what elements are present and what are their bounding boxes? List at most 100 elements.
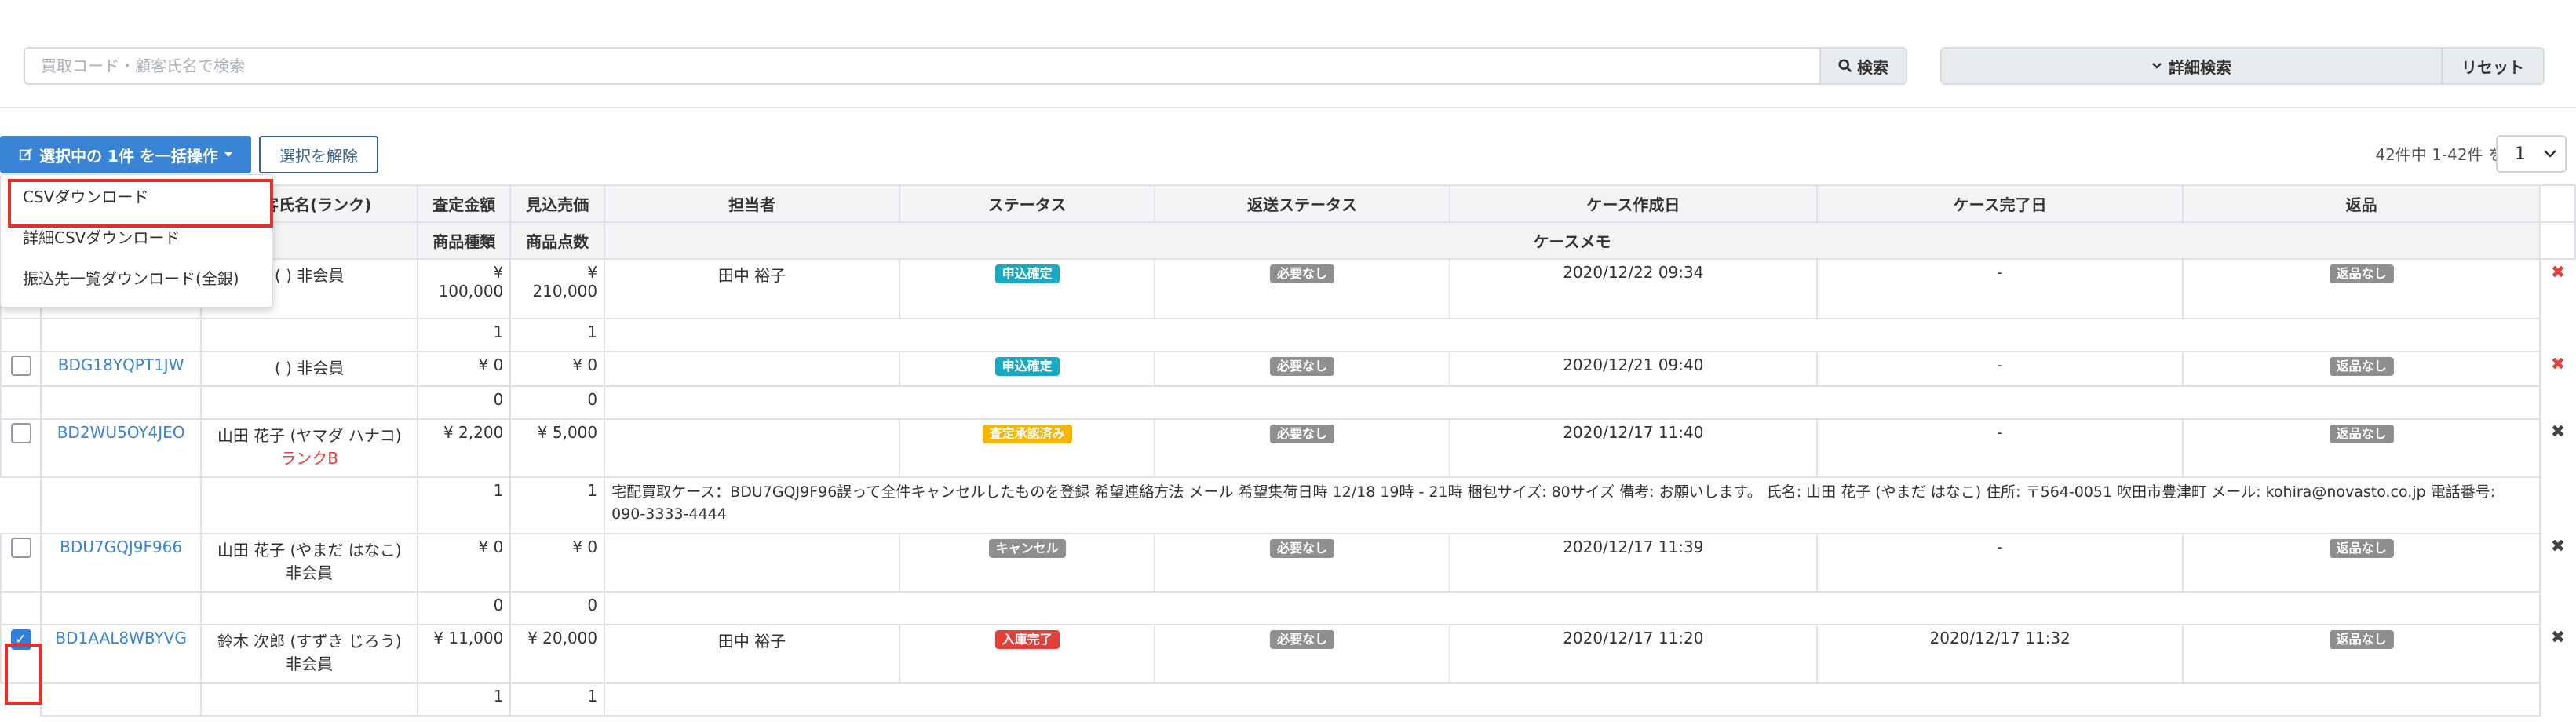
returns-cell: 返品なし [2182, 418, 2541, 478]
header-created[interactable]: ケース作成日 [1448, 184, 1818, 223]
customer-cell: 鈴木 次郎 (すずき じろう) 非会員 [200, 624, 419, 684]
memo-cell [604, 385, 2541, 420]
status-badge: 申込確定 [994, 357, 1060, 376]
header-assess[interactable]: 査定金額 [417, 184, 512, 223]
case-code-cell: BDU7GQJ9F966 [40, 533, 203, 593]
completed-cell: - [1815, 533, 2184, 593]
item-count-cell: 1 [509, 476, 606, 534]
memo-cell [604, 682, 2541, 717]
case-code-cell: BDG18YQPT1JW [40, 351, 203, 387]
delete-icon[interactable]: ✖ [2540, 352, 2575, 386]
row-checkbox[interactable] [10, 538, 31, 558]
delete-icon[interactable]: ✖ [2540, 419, 2575, 477]
returns-badge: 返品なし [2329, 425, 2394, 443]
returns-badge: 返品なし [2329, 264, 2394, 283]
staff-cell [604, 351, 901, 387]
blank-cell [2540, 386, 2575, 419]
row-checkbox-cell [0, 533, 42, 593]
search-icon [1838, 59, 1852, 73]
status-cell: キャンセル [899, 533, 1156, 593]
reset-button[interactable]: リセット [2443, 47, 2545, 85]
created-cell: 2020/12/21 09:40 [1448, 351, 1818, 387]
blank-cell [1, 477, 41, 534]
return-status-badge: 必要なし [1269, 425, 1334, 443]
memo-cell [604, 318, 2541, 352]
return-status-badge: 必要なし [1269, 630, 1334, 649]
staff-cell: 田中 裕子 [604, 258, 901, 319]
edit-icon [19, 148, 33, 161]
header-completed[interactable]: ケース完了日 [1815, 184, 2184, 223]
status-cell: 申込確定 [899, 351, 1156, 387]
page-select[interactable]: 1 [2496, 135, 2567, 173]
header-expected[interactable]: 見込売価 [509, 184, 606, 223]
advanced-search-button[interactable]: 詳細検索 [1940, 47, 2443, 85]
item-types-cell: 1 [417, 318, 512, 352]
item-types-cell: 0 [417, 591, 512, 625]
assess-cell: ¥ 11,000 [417, 624, 512, 684]
menu-item-bank-transfer-download[interactable]: 振込先一覧ダウンロード(全銀) [1, 260, 272, 297]
table-subrow: 1 1 宅配買取ケース：BDU7GQJ9F96誤って全件キャンセルしたものを登録… [1, 476, 2575, 534]
case-code-cell: BD2WU5OY4JEO [40, 418, 203, 478]
assess-cell: ¥ 0 [417, 351, 512, 387]
header-item-count: 商品点数 [509, 221, 606, 260]
header-staff[interactable]: 担当者 [604, 184, 901, 223]
staff-cell: 田中 裕子 [604, 624, 901, 684]
status-cell: 申込確定 [899, 258, 1156, 319]
blank-cell [2540, 319, 2575, 352]
table-row[interactable]: ( ) 非会員 ¥ 100,000 ¥ 210,000 田中 裕子 申込確定 必… [0, 258, 2575, 319]
table-row[interactable]: BD2WU5OY4JEO 山田 花子 (ヤマダ ハナコ) ランクB ¥ 2,20… [0, 418, 2575, 478]
header-return-status[interactable]: 返送ステータス [1154, 184, 1450, 223]
item-count-cell: 0 [509, 591, 606, 625]
row-checkbox[interactable] [10, 356, 31, 376]
blank-cell [0, 385, 42, 420]
advanced-search-label: 詳細検索 [2169, 57, 2231, 77]
bulk-action-button[interactable]: 選択中の 1件 を一括操作 [0, 136, 251, 173]
return-status-badge: 必要なし [1269, 264, 1334, 283]
created-cell: 2020/12/17 11:40 [1448, 418, 1818, 478]
chevron-down-icon [2544, 150, 2556, 158]
search-input[interactable]: 買取コード・顧客氏名で検索 [24, 47, 1819, 85]
customer-cell: 山田 花子 (ヤマダ ハナコ) ランクB [200, 418, 419, 478]
table-subrow: 1 1 [1, 682, 2575, 717]
table-row[interactable]: BDU7GQJ9F966 山田 花子 (やまだ はなこ) 非会員 ¥ 0 ¥ 0… [0, 533, 2575, 593]
case-code-link[interactable]: BD2WU5OY4JEO [57, 423, 185, 442]
delete-icon[interactable]: ✖ [2540, 625, 2575, 683]
blank-cell [200, 318, 419, 352]
delete-icon[interactable]: ✖ [2540, 259, 2575, 319]
chevron-down-icon [2152, 63, 2162, 69]
status-badge: 査定承認済み [982, 425, 1072, 443]
search-button[interactable]: 検索 [1819, 47, 1907, 85]
delete-icon[interactable]: ✖ [2540, 534, 2575, 592]
return-status-cell: 必要なし [1154, 533, 1450, 593]
status-badge: 入庫完了 [994, 630, 1060, 649]
row-checkbox[interactable] [10, 423, 31, 443]
staff-cell [604, 418, 901, 478]
blank-cell [200, 682, 419, 717]
search-button-label: 検索 [1857, 57, 1888, 77]
status-cell: 入庫完了 [899, 624, 1156, 684]
table-row[interactable]: ✓ BD1AAL8WBYVG 鈴木 次郎 (すずき じろう) 非会員 ¥ 11,… [0, 624, 2575, 684]
header-item-types: 商品種類 [417, 221, 512, 260]
returns-badge: 返品なし [2329, 539, 2394, 558]
case-code-link[interactable]: BDU7GQJ9F966 [60, 538, 182, 556]
return-status-badge: 必要なし [1269, 539, 1334, 558]
item-count-cell: 0 [509, 385, 606, 420]
case-code-link[interactable]: BDG18YQPT1JW [58, 356, 184, 374]
customer-rank: ランクB [280, 449, 339, 468]
memo-cell: 宅配買取ケース：BDU7GQJ9F96誤って全件キャンセルしたものを登録 希望連… [604, 476, 2541, 534]
item-types-cell: 1 [417, 682, 512, 717]
header-memo: ケースメモ [604, 221, 2541, 260]
table-row[interactable]: BDG18YQPT1JW ( ) 非会員 ¥ 0 ¥ 0 申込確定 必要なし 2… [0, 351, 2575, 387]
case-table: 顧客氏名(ランク) 査定金額 見込売価 担当者 ステータス 返送ステータス ケー… [0, 184, 2576, 717]
blank-cell [200, 591, 419, 625]
case-code-link[interactable]: BD1AAL8WBYVG [55, 629, 186, 647]
item-count-cell: 1 [509, 682, 606, 717]
header-status[interactable]: ステータス [899, 184, 1156, 223]
blank-cell [40, 682, 203, 717]
clear-selection-button[interactable]: 選択を解除 [259, 136, 378, 173]
blank-cell [0, 318, 42, 352]
blank-cell [40, 318, 203, 352]
blank-cell [2540, 683, 2575, 716]
customer-name: 山田 花子 (やまだ はなこ) 非会員 [217, 541, 402, 582]
header-returns[interactable]: 返品 [2182, 184, 2541, 223]
